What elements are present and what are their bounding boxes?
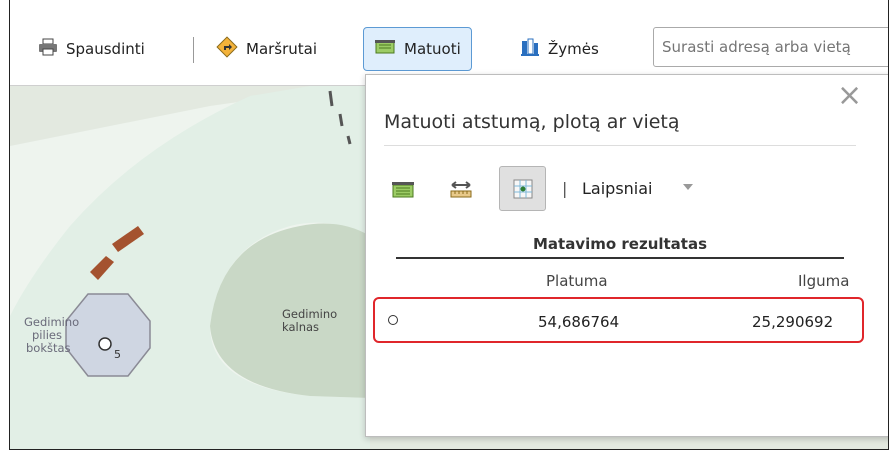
panel-title: Matuoti atstumą, plotą ar vietą [384,111,680,133]
area-tool-button[interactable] [390,179,418,203]
measure-label: Matuoti [404,40,461,58]
location-icon [513,179,533,199]
distance-icon [450,181,472,198]
bookmarks-button[interactable]: Žymės [520,27,599,71]
directions-icon [216,36,238,62]
toolbar-divider [193,37,194,63]
longitude-header: Ilguma [798,272,850,290]
search-input[interactable] [653,27,888,67]
bookmarks-icon [520,37,540,61]
result-header: Matavimo rezultatas [396,235,844,259]
point-marker-icon [388,315,398,325]
chevron-down-icon[interactable] [683,184,693,190]
poi-number: 5 [114,348,121,361]
print-button[interactable]: Spausdinti [38,27,145,71]
latitude-header: Platuma [546,272,608,290]
bookmarks-label: Žymės [548,40,599,58]
close-icon[interactable]: × [837,81,862,111]
latitude-value: 54,686764 [538,313,620,331]
location-tool-button[interactable] [499,166,546,211]
longitude-value: 25,290692 [752,313,834,331]
poi-marker-icon[interactable] [98,337,112,351]
unit-dropdown[interactable]: Laipsniai [582,179,653,198]
measure-icon [374,37,396,61]
measure-panel: Matuoti atstumą, plotą ar vietą × | Laip… [365,74,888,437]
area-icon [392,182,414,198]
hill-label: Gedimino kalnas [282,307,338,334]
printer-icon [38,38,58,60]
print-label: Spausdinti [66,40,145,58]
distance-tool-button[interactable] [448,179,476,203]
routes-button[interactable]: Maršrutai [216,27,317,71]
measure-button[interactable]: Matuoti [363,27,472,71]
panel-divider [384,145,856,146]
poi-label: Gedimino pilies bokštas [24,315,80,355]
app-window: Gedimino pilies bokštas 5 Gedimino kalna… [9,0,889,450]
unit-separator: | [562,179,568,198]
routes-label: Maršrutai [246,40,318,58]
